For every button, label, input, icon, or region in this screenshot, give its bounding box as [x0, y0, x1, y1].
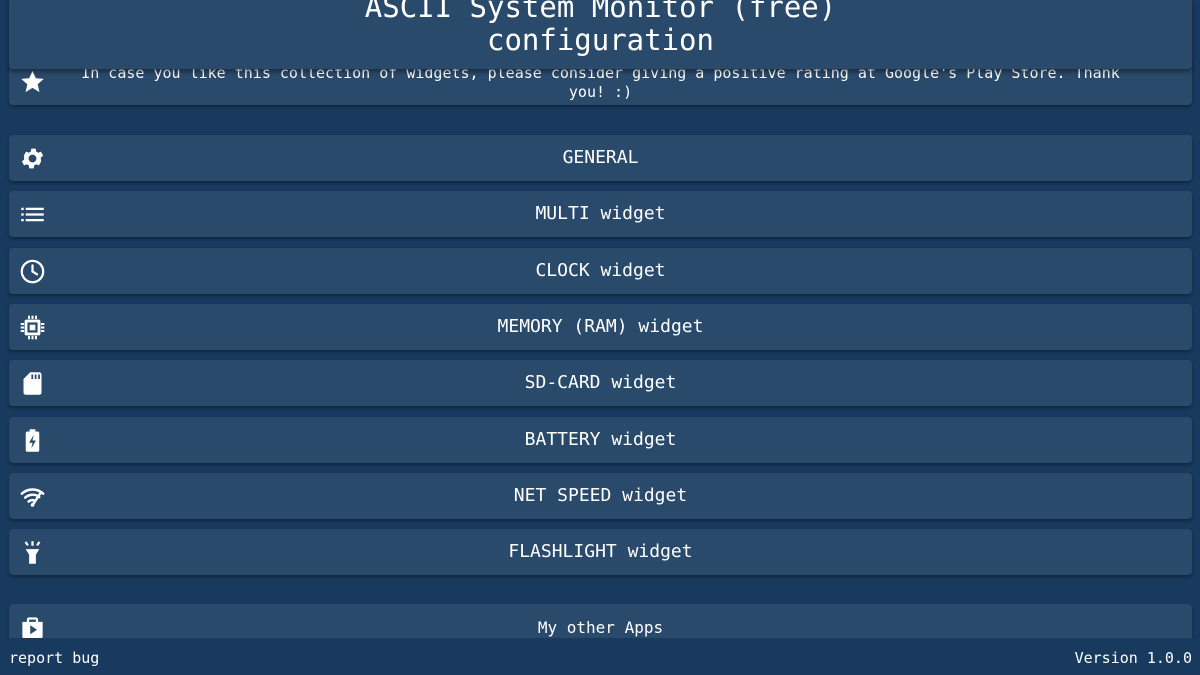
- footer: report bug Version 1.0.0: [0, 638, 1200, 675]
- star-icon: [19, 68, 46, 95]
- rating-text: In case you like this collection of widg…: [81, 64, 1120, 101]
- menu-item-label: FLASHLIGHT widget: [508, 541, 693, 562]
- menu-item-multi-widget[interactable]: MULTI widget: [9, 191, 1192, 237]
- menu-item-general[interactable]: GENERAL: [9, 135, 1192, 181]
- menu-item-label: CLOCK widget: [535, 260, 666, 281]
- menu-item-label: SD-CARD widget: [524, 372, 677, 393]
- menu-item-label: GENERAL: [562, 147, 639, 168]
- menu-item-flashlight-widget[interactable]: FLASHLIGHT widget: [9, 529, 1192, 575]
- title-card: ASCII System Monitor (free) configuratio…: [9, 0, 1192, 69]
- menu-item-label: BATTERY widget: [524, 429, 677, 450]
- menu-item-battery-widget[interactable]: BATTERY widget: [9, 417, 1192, 463]
- screen: ASCII System Monitor (free) configuratio…: [0, 0, 1200, 675]
- menu-item-label: MEMORY (RAM) widget: [497, 316, 704, 337]
- menu-item-net-speed-widget[interactable]: NET SPEED widget: [9, 473, 1192, 519]
- other-apps-label: My other Apps: [537, 618, 664, 637]
- menu-item-sd-card-widget[interactable]: SD-CARD widget: [9, 360, 1192, 406]
- menu-item-label: NET SPEED widget: [513, 485, 688, 506]
- report-bug-link[interactable]: report bug: [9, 649, 99, 667]
- page-title-line1: ASCII System Monitor (free): [364, 0, 837, 24]
- page-title-line2: configuration: [487, 23, 714, 57]
- version-label: Version 1.0.0: [1074, 649, 1192, 667]
- menu-item-label: MULTI widget: [535, 203, 666, 224]
- menu-item-memory-widget[interactable]: MEMORY (RAM) widget: [9, 304, 1192, 350]
- menu-item-clock-widget[interactable]: CLOCK widget: [9, 248, 1192, 294]
